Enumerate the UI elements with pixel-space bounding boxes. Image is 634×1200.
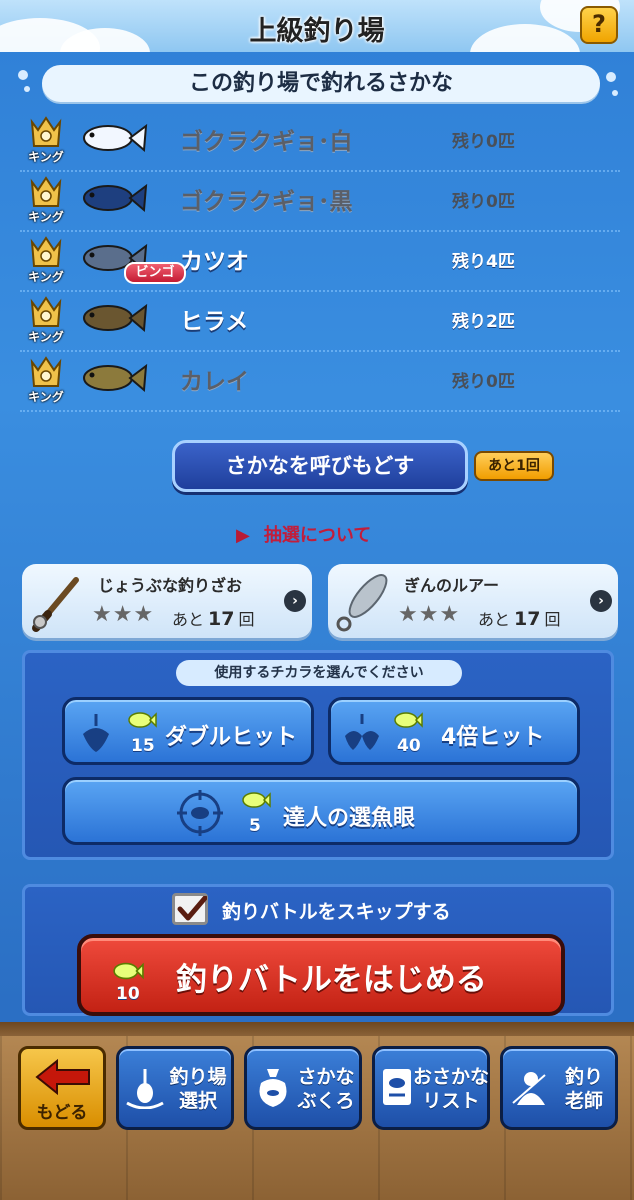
equipment-card-rod[interactable]: じょうぶな釣りざお ★★★ あと 17 回 ›	[22, 564, 312, 638]
king-crown-icon: キング	[24, 112, 68, 166]
fish-coin-icon	[128, 712, 157, 728]
fish-name: カレイ	[180, 369, 249, 395]
power-label: ダブルヒット	[165, 725, 298, 750]
power-label: 達人の選魚眼	[283, 806, 416, 831]
checkmark-icon	[177, 896, 207, 921]
bubble-decoration	[18, 70, 28, 80]
nav-fish-list[interactable]: おさかな リスト	[372, 1046, 490, 1130]
fish-remaining: 残り0匹	[452, 372, 515, 392]
star-rating-icon: ★★★	[92, 602, 155, 627]
nav-label: 釣り場 選択	[169, 1066, 227, 1112]
king-crown-icon: キング	[24, 232, 68, 286]
fish-name: ゴクラクギョ･黒	[180, 189, 353, 215]
power-label: 4倍ヒット	[441, 725, 545, 750]
fish-icon	[83, 183, 148, 213]
lottery-info-label: 抽選について	[263, 525, 372, 546]
nav-fishing-master[interactable]: 釣り 老師	[500, 1046, 618, 1130]
power-cost: 5	[249, 816, 261, 836]
help-button[interactable]: ?	[580, 6, 618, 44]
fish-remaining: 残り2匹	[452, 312, 515, 332]
back-label: もどる	[36, 1103, 88, 1123]
fish-name: ヒラメ	[180, 309, 249, 335]
double-hit-button[interactable]: 15 ダブルヒット	[62, 697, 314, 765]
wave-divider	[20, 344, 620, 352]
bubble-decoration	[606, 72, 616, 82]
fish-remaining: 残り0匹	[452, 132, 515, 152]
equipment-name: ぎんのルアー	[404, 576, 500, 595]
king-crown-icon: キング	[24, 172, 68, 226]
nav-fishing-spot[interactable]: 釣り場 選択	[116, 1046, 234, 1130]
double-hit-icon	[83, 714, 109, 752]
wave-divider	[20, 284, 620, 292]
fish-coin-icon	[394, 712, 423, 728]
quad-hit-button[interactable]: 40 4倍ヒット	[328, 697, 580, 765]
arrow-left-icon	[35, 1058, 90, 1096]
quad-hit-icon	[345, 714, 379, 750]
wave-divider	[20, 224, 620, 232]
king-label: キング	[28, 390, 64, 404]
nav-label: 釣り 老師	[564, 1066, 603, 1112]
fish-icon	[83, 363, 148, 393]
fishing-master-icon	[512, 1072, 546, 1105]
power-cost: 40	[397, 736, 421, 756]
equipment-uses: あと 17 回	[172, 608, 255, 630]
skip-battle-label: 釣りバトルをスキップする	[222, 901, 451, 923]
equipment-uses: あと 17 回	[478, 608, 561, 630]
chevron-right-icon: ›	[284, 590, 306, 612]
recall-fish-button[interactable]: さかなを呼びもどす	[172, 440, 468, 492]
chevron-right-icon: ›	[590, 590, 612, 612]
recall-remaining-badge: あと1回	[474, 451, 554, 481]
king-label: キング	[28, 150, 64, 164]
start-cost: 10	[116, 984, 140, 1004]
fish-icon	[83, 303, 148, 333]
play-triangle-icon: ▶	[236, 525, 250, 546]
fish-bag-icon	[259, 1069, 287, 1107]
power-cost: 15	[131, 736, 155, 756]
fish-name: ゴクラクギョ･白	[180, 129, 353, 155]
fish-list-title: この釣り場で釣れるさかな	[42, 65, 600, 102]
power-select-caption: 使用するチカラを選んでください	[176, 660, 462, 686]
header-bar: 上級釣り場	[0, 0, 634, 52]
fishing-rod-icon	[32, 577, 79, 632]
fish-row: キング ゴクラクギョ･黒 残り0匹	[0, 172, 634, 232]
equipment-name: じょうぶな釣りざお	[98, 576, 243, 595]
king-crown-icon: キング	[24, 352, 68, 406]
king-label: キング	[28, 210, 64, 224]
star-rating-icon: ★★★	[398, 602, 461, 627]
bingo-tag: ビンゴ	[124, 262, 186, 284]
equipment-card-lure[interactable]: ぎんのルアー ★★★ あと 17 回 ›	[328, 564, 618, 638]
bubble-decoration	[24, 86, 30, 92]
fish-coin-icon	[113, 962, 144, 980]
fish-remaining: 残り4匹	[452, 252, 515, 272]
wave-divider	[20, 404, 620, 412]
fish-name: カツオ	[180, 249, 249, 275]
fish-list-icon	[383, 1069, 411, 1105]
lottery-info-link[interactable]: ▶ 抽選について	[236, 521, 371, 547]
wood-rail	[0, 1022, 634, 1036]
king-crown-icon: キング	[24, 292, 68, 346]
fish-row: キング ヒラメ 残り2匹	[0, 292, 634, 352]
target-fish-icon	[177, 790, 223, 836]
fish-row: キング カツオ 残り4匹ビンゴ	[0, 232, 634, 292]
bubble-decoration	[612, 90, 618, 96]
fish-remaining: 残り0匹	[452, 192, 515, 212]
fishing-spot-icon	[126, 1069, 164, 1109]
fish-coin-icon	[242, 792, 271, 808]
wave-divider	[20, 164, 620, 172]
nav-label: おさかな リスト	[412, 1066, 489, 1112]
king-label: キング	[28, 270, 64, 284]
nav-fish-bag[interactable]: さかな ぶくろ	[244, 1046, 362, 1130]
start-battle-label: 釣りバトルをはじめる	[176, 962, 487, 998]
nav-label: さかな ぶくろ	[297, 1066, 355, 1112]
fish-row: キング ゴクラクギョ･白 残り0匹	[0, 112, 634, 172]
fish-icon	[83, 123, 148, 153]
silver-lure-icon	[336, 574, 388, 632]
fish-row: キング カレイ 残り0匹	[0, 352, 634, 412]
king-label: キング	[28, 330, 64, 344]
skip-battle-checkbox[interactable]	[172, 893, 208, 925]
expert-eye-button[interactable]: 5 達人の選魚眼	[62, 777, 580, 845]
page-title: 上級釣り場	[249, 16, 385, 47]
